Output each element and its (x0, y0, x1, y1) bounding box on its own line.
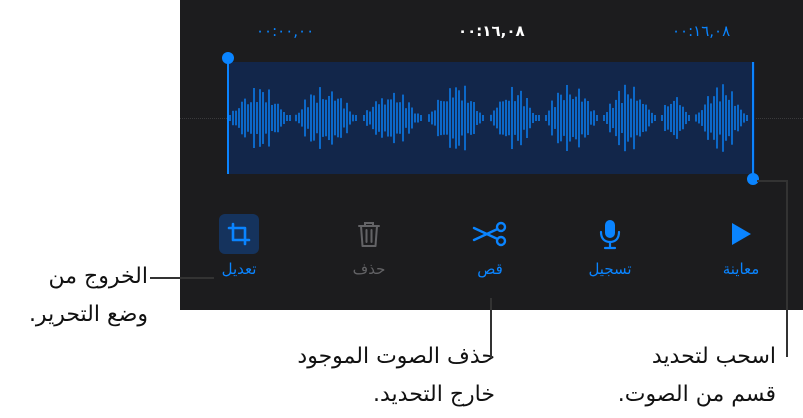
delete-label: حذف (352, 260, 386, 278)
end-time-label: ٠٠:١٦,٠٨ (672, 22, 731, 40)
exit-edit-callout: الخروج من وضع التحرير. (29, 258, 148, 334)
crop-icon (219, 214, 259, 254)
trash-icon (334, 214, 404, 254)
start-handle-line[interactable] (227, 58, 229, 174)
end-handle-line[interactable] (752, 62, 754, 178)
exit-edit-leader (150, 277, 214, 279)
trim-label: قص (477, 260, 503, 278)
drag-text-line2: قسم من الصوت. (617, 382, 776, 407)
microphone-icon (575, 214, 645, 254)
edit-label: تعديل (221, 260, 257, 278)
trim-button[interactable]: قص (455, 214, 525, 278)
edit-button[interactable]: تعديل (204, 214, 274, 278)
end-handle[interactable] (747, 173, 759, 185)
preview-label: معاينة (722, 260, 760, 278)
start-handle[interactable] (222, 52, 234, 64)
audio-waveform (229, 84, 748, 152)
drag-leader-horizontal (757, 180, 787, 182)
delete-button[interactable]: حذف (334, 214, 404, 278)
play-icon (706, 214, 776, 254)
drag-callout: اسحب لتحديد قسم من الصوت. (618, 338, 776, 414)
drag-leader-vertical (786, 180, 788, 357)
scissors-icon (455, 214, 525, 254)
trim-callout: حذف الصوت الموجود خارج التحديد. (297, 338, 495, 414)
record-label: تسجيل (588, 260, 632, 278)
record-button[interactable]: تسجيل (575, 214, 645, 278)
trim-text-line2: خارج التحديد. (373, 382, 495, 407)
trim-leader (490, 298, 492, 358)
preview-button[interactable]: معاينة (706, 214, 776, 278)
start-time-label: ٠٠:٠٠,٠٠ (256, 22, 315, 40)
exit-edit-text-line2: وضع التحرير. (28, 302, 148, 327)
current-time-label: ٠٠:١٦,٠٨ (458, 22, 525, 40)
exit-edit-text-line1: الخروج من (48, 264, 148, 289)
drag-text-line1: اسحب لتحديد (651, 344, 776, 369)
trim-text-line1: حذف الصوت الموجود (297, 344, 495, 369)
